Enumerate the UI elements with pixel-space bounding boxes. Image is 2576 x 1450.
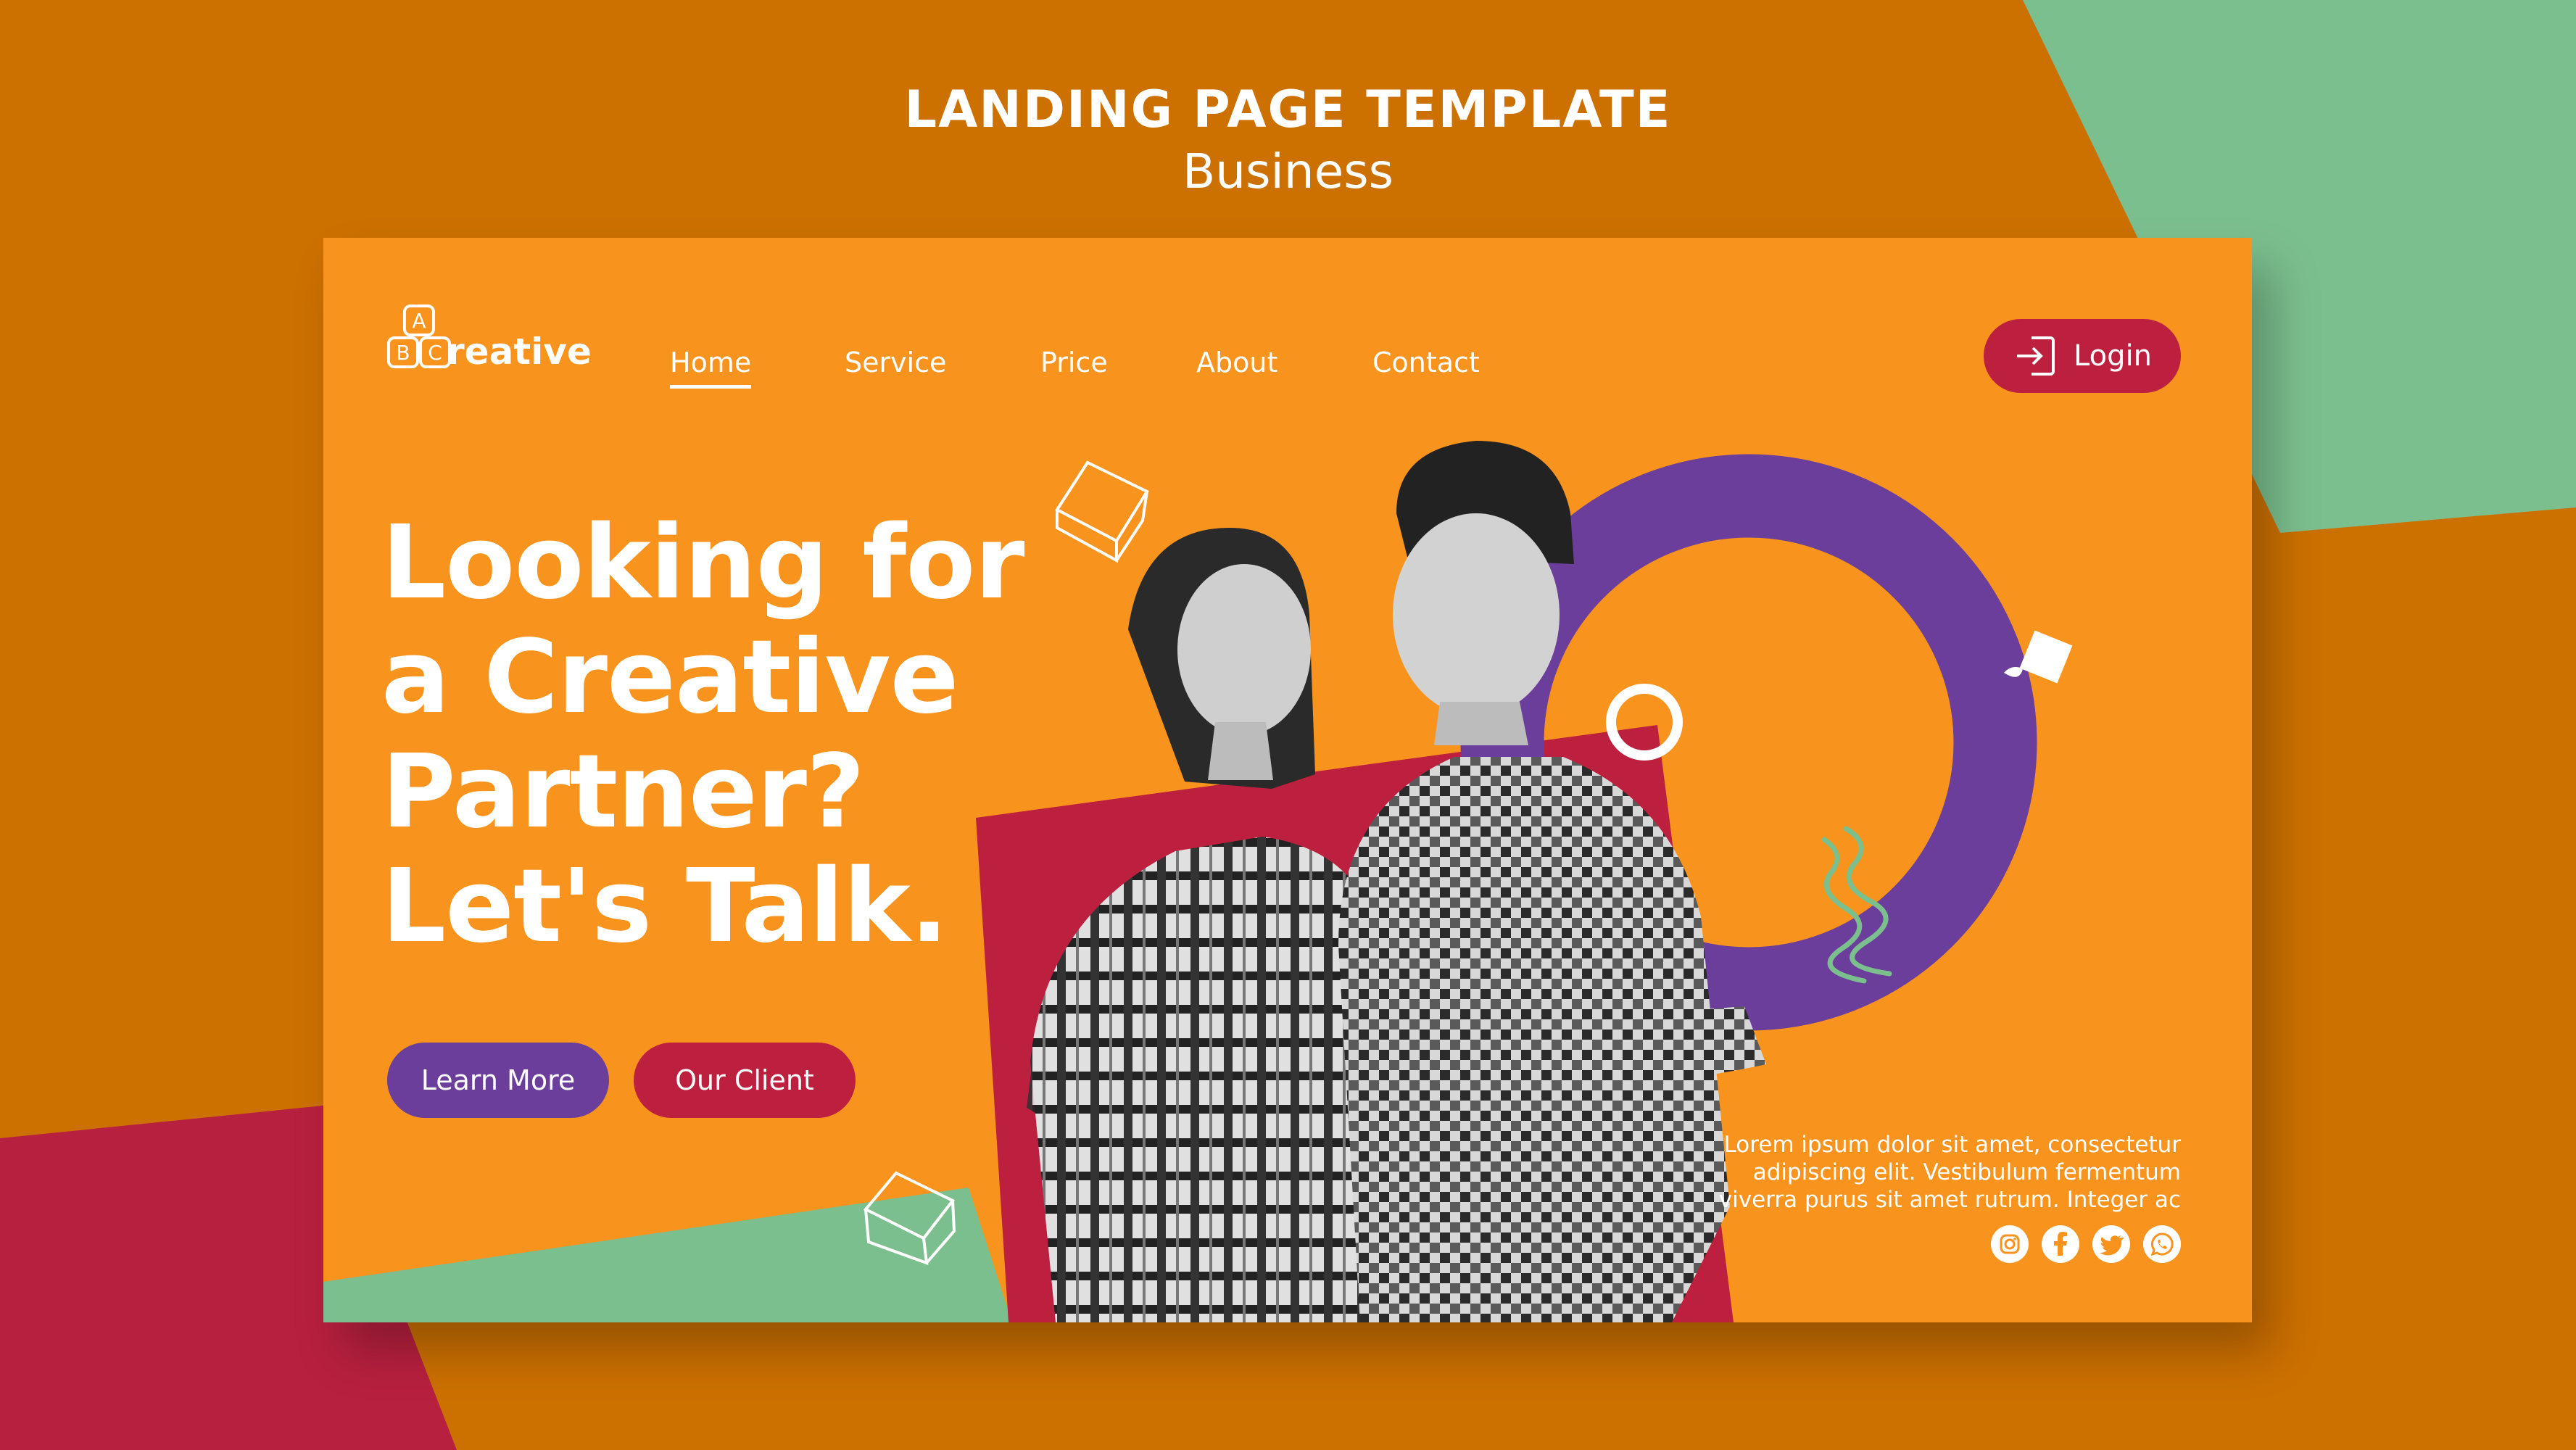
hero-headline: Looking for a Creative Partner? Let's Ta… bbox=[381, 506, 1106, 964]
nav-item-price[interactable]: Price bbox=[1040, 347, 1108, 378]
twitter-icon[interactable] bbox=[2092, 1225, 2130, 1263]
canvas: LANDING PAGE TEMPLATE Business A B C rea… bbox=[0, 0, 2576, 1450]
logo-letter-c: C bbox=[428, 341, 442, 365]
logo-letter-a: A bbox=[412, 309, 426, 333]
learn-more-button[interactable]: Learn More bbox=[387, 1043, 609, 1118]
body-line-3: viverra purus sit amet rutrum. Integer a… bbox=[1718, 1187, 2181, 1213]
nav-item-contact[interactable]: Contact bbox=[1372, 347, 1480, 378]
headline-line-1: Looking for bbox=[381, 504, 1024, 622]
facebook-icon[interactable] bbox=[2042, 1225, 2079, 1263]
nav-item-about[interactable]: About bbox=[1196, 347, 1277, 378]
headline-line-4: Let's Talk. bbox=[381, 848, 948, 966]
hero-body-text: Lorem ipsum dolor sit amet, consectetur … bbox=[1672, 1131, 2181, 1214]
page-subheading: Business bbox=[1182, 144, 1394, 199]
headline-line-2: a Creative bbox=[381, 618, 959, 737]
login-label: Login bbox=[2074, 339, 2152, 373]
landing-page-card: A B C reative Home Service Price About C… bbox=[323, 238, 2252, 1322]
nav-item-home[interactable]: Home bbox=[670, 347, 752, 389]
our-client-button[interactable]: Our Client bbox=[634, 1043, 856, 1118]
nav-item-service[interactable]: Service bbox=[845, 347, 946, 378]
login-arrow-icon bbox=[2017, 336, 2055, 376]
whatsapp-icon[interactable] bbox=[2143, 1225, 2181, 1263]
login-button[interactable]: Login bbox=[1984, 319, 2181, 393]
body-line-2: adipiscing elit. Vestibulum fermentum bbox=[1752, 1159, 2181, 1185]
logo-letter-b: B bbox=[396, 341, 410, 365]
logo-wordmark[interactable]: reative bbox=[447, 331, 592, 373]
page-heading: LANDING PAGE TEMPLATE bbox=[904, 80, 1672, 139]
instagram-icon[interactable] bbox=[1991, 1225, 2029, 1263]
headline-line-3: Partner? bbox=[381, 733, 865, 851]
body-line-1: Lorem ipsum dolor sit amet, consectetur bbox=[1723, 1132, 2181, 1158]
